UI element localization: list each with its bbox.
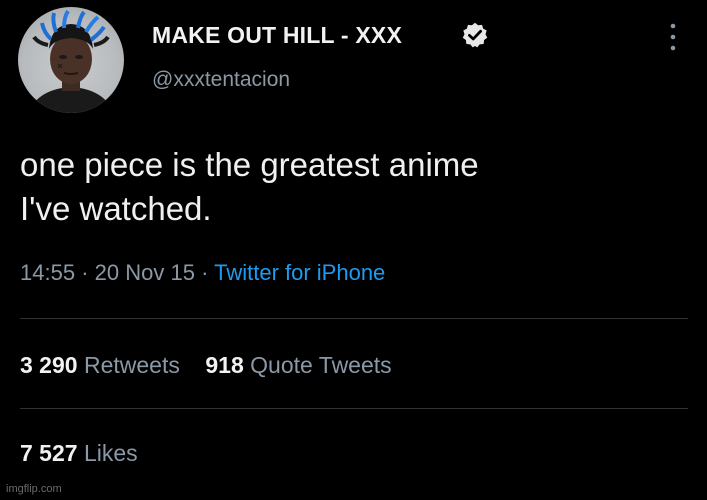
watermark: imgflip.com (6, 483, 62, 495)
retweets-label: Retweets (83, 352, 180, 378)
quote-tweets-stat[interactable]: 918 Quote Tweets (205, 352, 391, 378)
meta-separator: · (81, 260, 89, 285)
quote-tweets-label: Quote Tweets (250, 352, 392, 378)
tweet-client-link[interactable]: Twitter for iPhone (214, 260, 385, 285)
divider (20, 318, 688, 319)
author-name[interactable]: MAKE OUT HILL - XXX (152, 22, 402, 49)
quote-tweets-count: 918 (205, 352, 244, 378)
author-handle[interactable]: @xxxtentacion (152, 68, 290, 92)
avatar-image (28, 9, 114, 113)
engagement-stats-row: 3 290 Retweets 918 Quote Tweets (20, 352, 392, 379)
more-vertical-icon[interactable] (668, 22, 678, 52)
tweet-time[interactable]: 14:55 (20, 260, 75, 285)
tweet-card: MAKE OUT HILL - XXX @xxxtentacion one pi… (0, 0, 707, 500)
likes-count: 7 527 (20, 440, 78, 466)
retweets-count: 3 290 (20, 352, 78, 378)
tweet-date[interactable]: 20 Nov 15 (95, 260, 195, 285)
tweet-text: one piece is the greatest anime I've wat… (20, 143, 660, 231)
tweet-metadata: 14:55 · 20 Nov 15 · Twitter for iPhone (20, 260, 385, 286)
divider (20, 408, 688, 409)
verified-badge-icon (462, 22, 488, 48)
retweets-stat[interactable]: 3 290 Retweets (20, 352, 180, 378)
likes-label: Likes (83, 440, 138, 466)
likes-stat[interactable]: 7 527 Likes (20, 440, 138, 467)
avatar[interactable] (18, 7, 124, 113)
tweet-text-line2: I've watched. (20, 190, 212, 227)
tweet-text-line1: one piece is the greatest anime (20, 146, 479, 183)
meta-separator: · (201, 260, 209, 285)
